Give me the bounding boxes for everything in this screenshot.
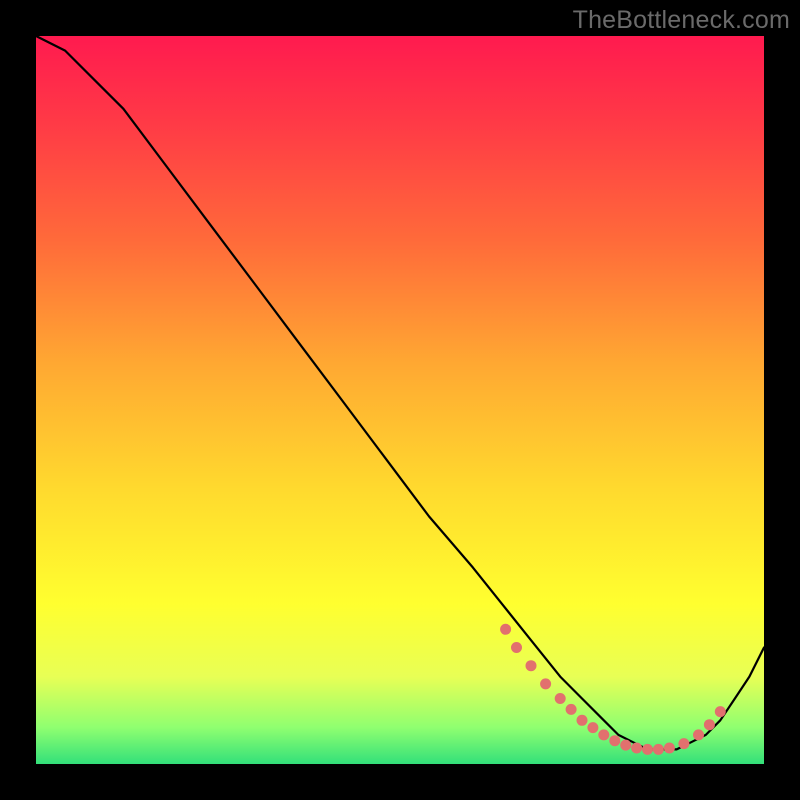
marker-dot [587,722,598,733]
marker-dot [715,706,726,717]
marker-dot [609,735,620,746]
marker-dot [577,715,588,726]
marker-dot [620,740,631,751]
marker-dot [642,744,653,755]
marker-dot [693,729,704,740]
marker-dot [511,642,522,653]
marker-dot [500,624,511,635]
marker-dot [678,738,689,749]
marker-dot [631,743,642,754]
marker-dot [704,719,715,730]
marker-dot [598,729,609,740]
marker-dot [540,678,551,689]
marker-dot [653,744,664,755]
marker-dot [566,704,577,715]
watermark-text: TheBottleneck.com [573,6,790,35]
curve-svg [36,36,764,764]
marker-dot [555,693,566,704]
chart-frame: TheBottleneck.com [0,0,800,800]
marker-dot [664,743,675,754]
marker-dot [526,660,537,671]
bottleneck-curve [36,36,764,749]
plot-area [36,36,764,764]
